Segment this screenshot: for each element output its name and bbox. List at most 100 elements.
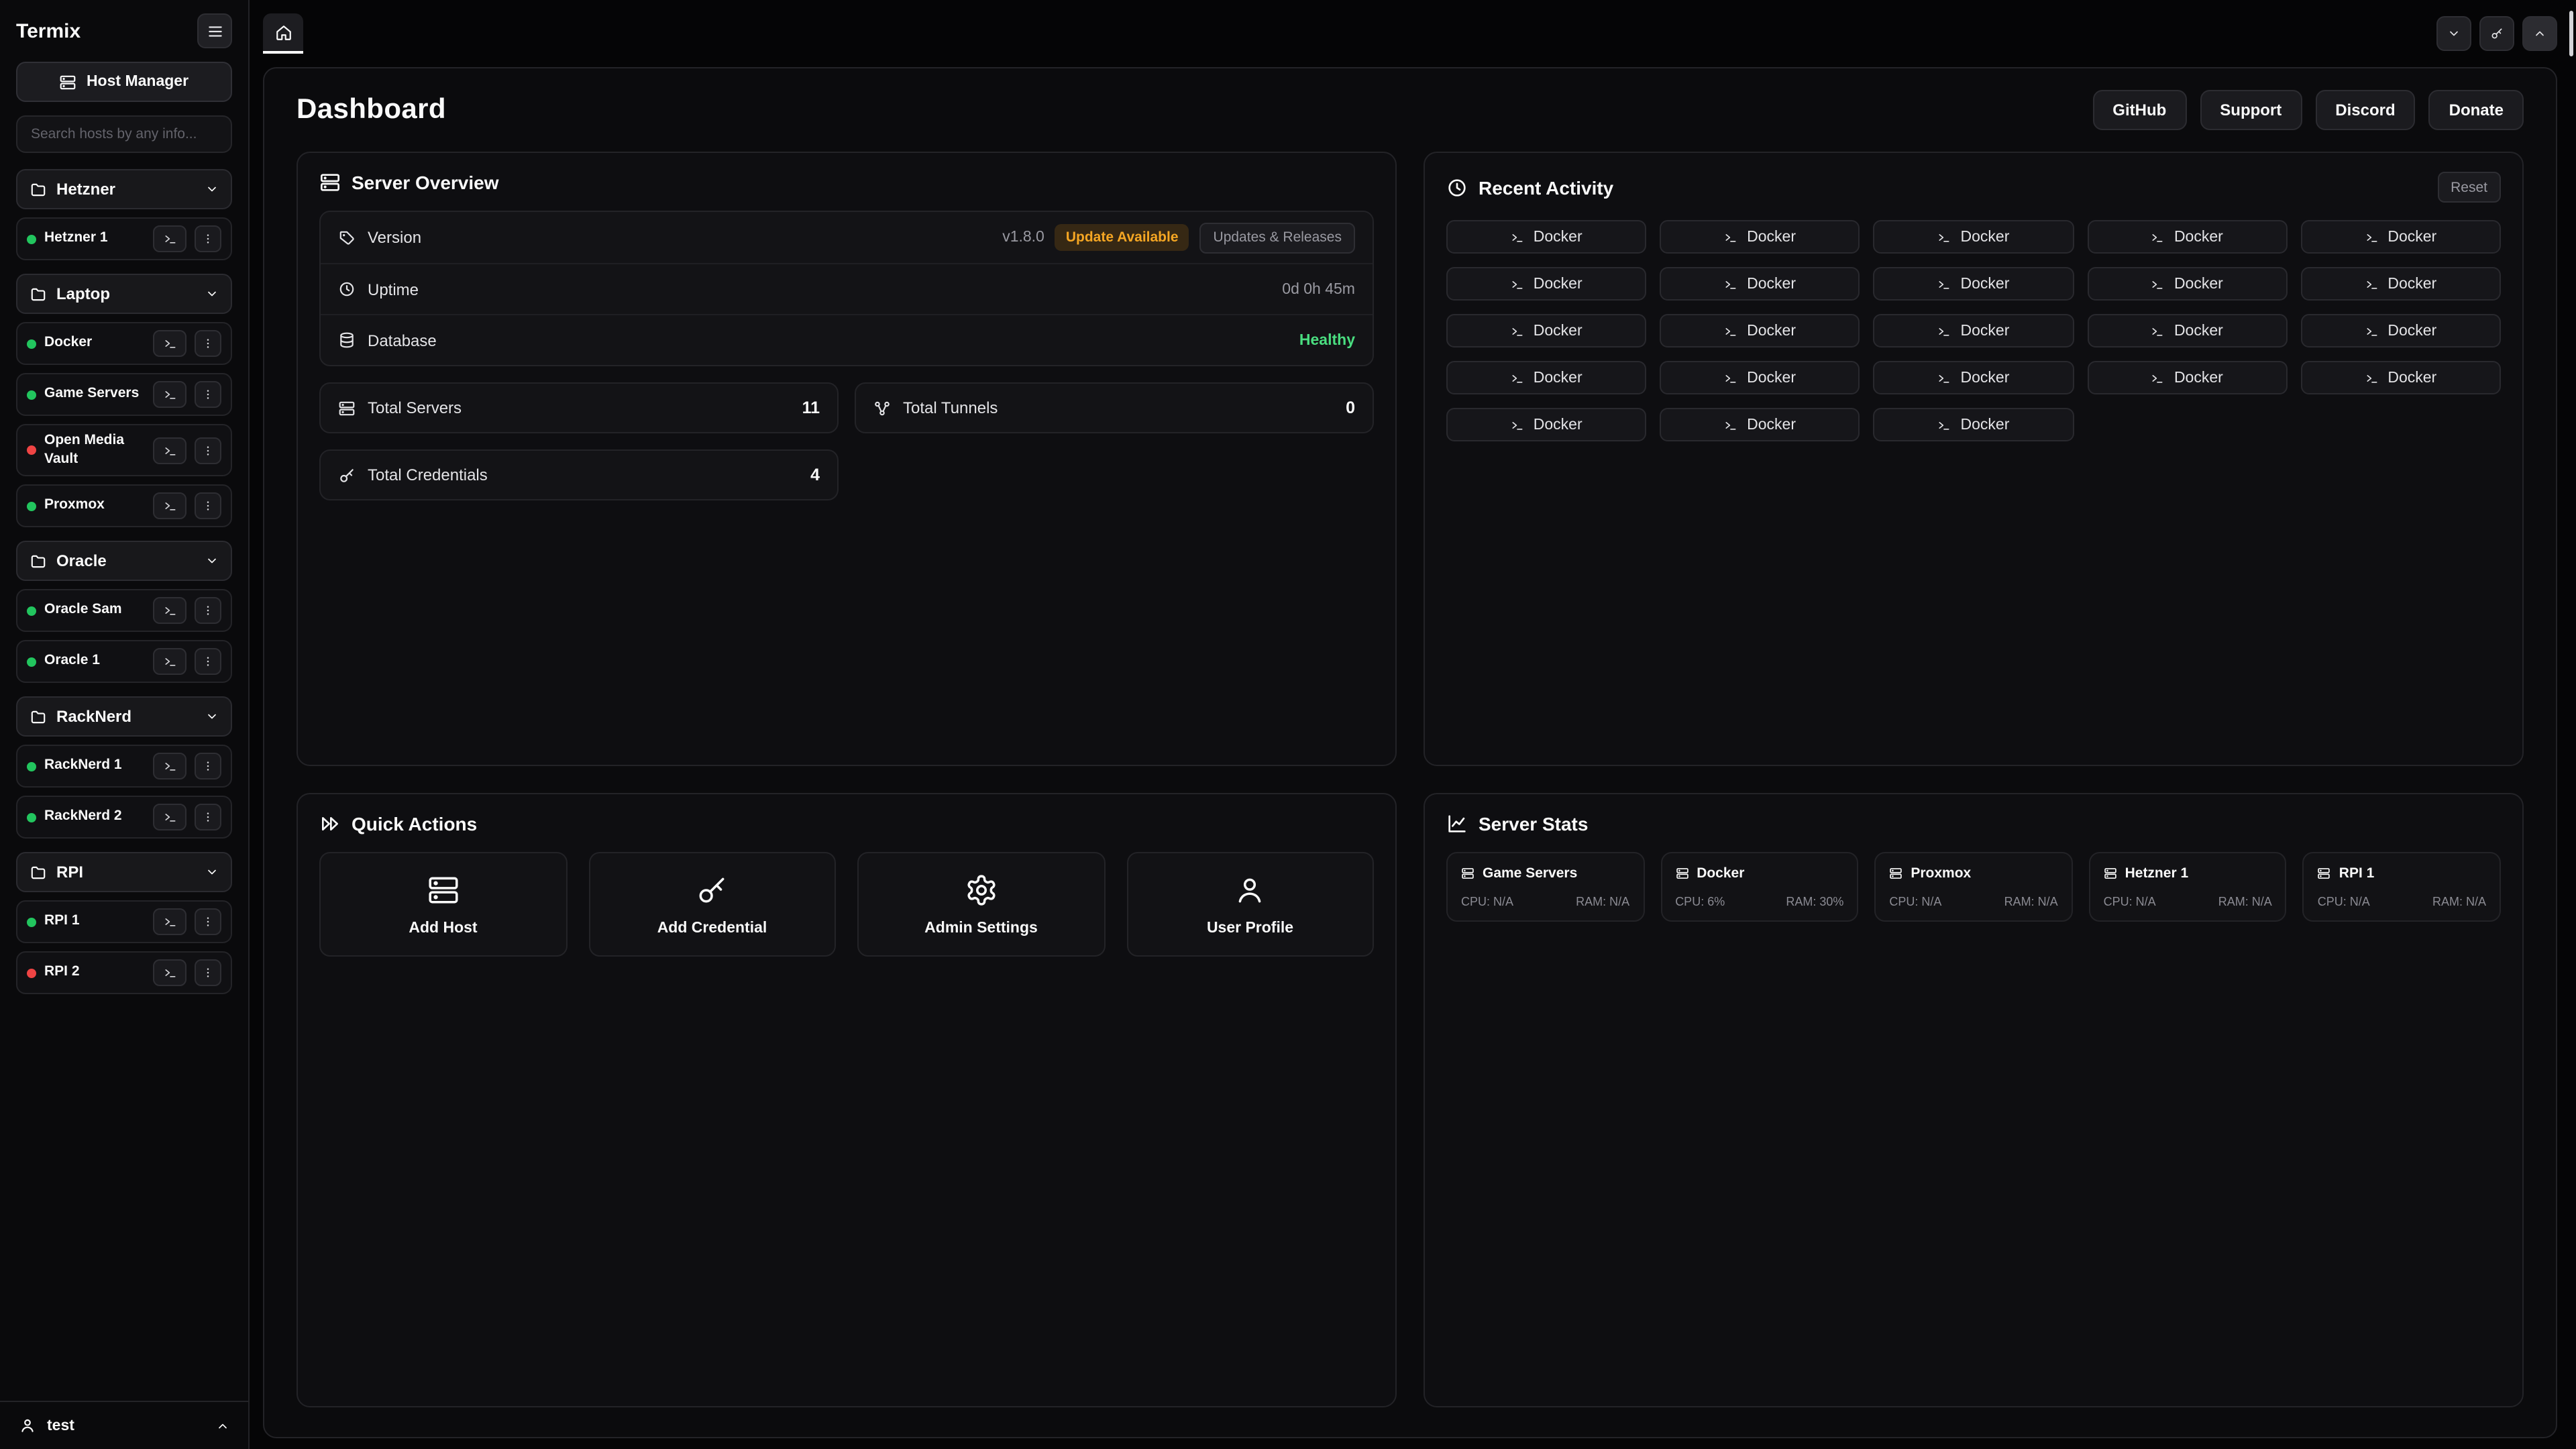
recent-activity-item[interactable]: Docker — [1660, 267, 1860, 301]
tab-home[interactable] — [263, 13, 303, 54]
host-item[interactable]: Docker — [16, 322, 232, 365]
database-icon — [338, 331, 356, 349]
host-item[interactable]: Open Media Vault — [16, 424, 232, 477]
clock-icon — [338, 280, 356, 298]
host-kebab-menu-button[interactable] — [195, 909, 221, 936]
chevron-down-icon[interactable] — [205, 287, 219, 301]
sidebar-menu-button[interactable] — [197, 13, 232, 48]
header-nav-button[interactable]: Donate — [2429, 90, 2524, 130]
header-nav-button[interactable]: Discord — [2315, 90, 2415, 130]
chevron-down-icon[interactable] — [205, 866, 219, 879]
host-kebab-menu-button[interactable] — [195, 225, 221, 252]
host-kebab-menu-button[interactable] — [195, 437, 221, 464]
host-item[interactable]: RPI 1 — [16, 901, 232, 944]
recent-activity-item[interactable]: Docker — [1660, 408, 1860, 441]
host-kebab-menu-button[interactable] — [195, 598, 221, 625]
recent-activity-item[interactable]: Docker — [2301, 267, 2501, 301]
stat-ram: RAM: N/A — [2004, 895, 2058, 908]
updates-releases-button[interactable]: Updates & Releases — [1200, 222, 1355, 253]
group-header[interactable]: Laptop — [16, 274, 232, 314]
host-terminal-button[interactable] — [153, 960, 186, 987]
folder-icon — [30, 285, 47, 303]
host-item[interactable]: Oracle Sam — [16, 590, 232, 633]
header-nav-button[interactable]: Support — [2200, 90, 2302, 130]
host-terminal-button[interactable] — [153, 225, 186, 252]
host-item[interactable]: Game Servers — [16, 373, 232, 416]
host-terminal-button[interactable] — [153, 753, 186, 780]
chevron-down-icon[interactable] — [205, 710, 219, 724]
host-item[interactable]: RackNerd 1 — [16, 745, 232, 788]
scrollbar-thumb[interactable] — [2569, 11, 2573, 56]
recent-activity-item[interactable]: Docker — [1660, 361, 1860, 394]
host-terminal-button[interactable] — [153, 909, 186, 936]
host-kebab-menu-button[interactable] — [195, 804, 221, 831]
host-item[interactable]: Proxmox — [16, 485, 232, 528]
recent-activity-item[interactable]: Docker — [1446, 361, 1646, 394]
recent-activity-item[interactable]: Docker — [1874, 314, 2074, 347]
recent-activity-item[interactable]: Docker — [1446, 314, 1646, 347]
activity-label: Docker — [2387, 276, 2436, 292]
recent-activity-item[interactable]: Docker — [1660, 314, 1860, 347]
host-terminal-button[interactable] — [153, 381, 186, 408]
version-value: v1.8.0 — [1002, 229, 1044, 246]
host-item[interactable]: Oracle 1 — [16, 641, 232, 684]
total-servers-card: Total Servers 11 — [319, 382, 839, 433]
host-kebab-menu-button[interactable] — [195, 493, 221, 520]
chevron-down-icon[interactable] — [205, 182, 219, 196]
add-credential-button[interactable]: Add Credential — [588, 852, 836, 957]
recent-activity-item[interactable]: Docker — [1874, 220, 2074, 254]
terminal-icon — [163, 443, 176, 457]
recent-activity-item[interactable]: Docker — [1446, 267, 1646, 301]
recent-activity-item[interactable]: Docker — [1874, 361, 2074, 394]
tag-icon — [338, 229, 356, 246]
group-header[interactable]: Oracle — [16, 541, 232, 582]
recent-activity-item[interactable]: Docker — [2087, 220, 2287, 254]
host-item[interactable]: RackNerd 2 — [16, 796, 232, 839]
tab-scroll-down-button[interactable] — [2436, 16, 2471, 51]
recent-activity-item[interactable]: Docker — [2087, 314, 2287, 347]
user-profile-button[interactable]: User Profile — [1126, 852, 1374, 957]
terminal-icon — [1938, 371, 1951, 384]
recent-activity-item[interactable]: Docker — [1446, 220, 1646, 254]
header-nav-button[interactable]: GitHub — [2092, 90, 2186, 130]
host-label: RackNerd 2 — [44, 808, 145, 826]
terminal-icon — [1724, 277, 1737, 290]
search-input[interactable] — [16, 115, 232, 153]
host-kebab-menu-button[interactable] — [195, 381, 221, 408]
host-terminal-button[interactable] — [153, 330, 186, 357]
terminal-icon — [163, 916, 176, 929]
recent-activity-item[interactable]: Docker — [1874, 267, 2074, 301]
chevron-down-icon — [2447, 27, 2461, 40]
admin-settings-button[interactable]: Admin Settings — [857, 852, 1105, 957]
group-header[interactable]: RackNerd — [16, 697, 232, 737]
ssh-keys-button[interactable] — [2479, 16, 2514, 51]
host-terminal-button[interactable] — [153, 598, 186, 625]
chevron-down-icon[interactable] — [205, 555, 219, 568]
recent-activity-item[interactable]: Docker — [2301, 220, 2501, 254]
host-terminal-button[interactable] — [153, 437, 186, 464]
add-host-button[interactable]: Add Host — [319, 852, 567, 957]
recent-activity-item[interactable]: Docker — [1660, 220, 1860, 254]
recent-activity-item[interactable]: Docker — [2087, 267, 2287, 301]
host-kebab-menu-button[interactable] — [195, 330, 221, 357]
group-header[interactable]: RPI — [16, 853, 232, 893]
host-terminal-button[interactable] — [153, 649, 186, 676]
host-manager-button[interactable]: Host Manager — [16, 62, 232, 102]
host-kebab-menu-button[interactable] — [195, 753, 221, 780]
host-kebab-menu-button[interactable] — [195, 649, 221, 676]
reset-button[interactable]: Reset — [2437, 172, 2501, 203]
group-header[interactable]: Hetzner — [16, 169, 232, 209]
host-item[interactable]: RPI 2 — [16, 952, 232, 995]
user-menu[interactable]: test — [0, 1401, 248, 1449]
host-item[interactable]: Hetzner 1 — [16, 217, 232, 260]
recent-activity-item[interactable]: Docker — [1446, 408, 1646, 441]
status-dot — [27, 234, 36, 244]
host-terminal-button[interactable] — [153, 493, 186, 520]
host-terminal-button[interactable] — [153, 804, 186, 831]
recent-activity-item[interactable]: Docker — [2301, 314, 2501, 347]
recent-activity-item[interactable]: Docker — [1874, 408, 2074, 441]
recent-activity-item[interactable]: Docker — [2087, 361, 2287, 394]
host-kebab-menu-button[interactable] — [195, 960, 221, 987]
tab-scroll-up-button[interactable] — [2522, 16, 2557, 51]
recent-activity-item[interactable]: Docker — [2301, 361, 2501, 394]
